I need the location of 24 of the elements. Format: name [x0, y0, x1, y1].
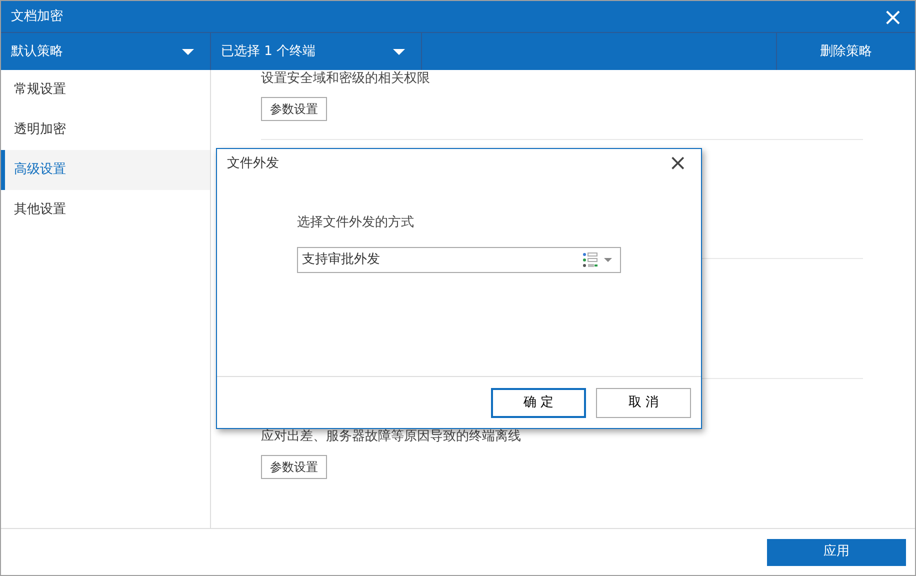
- sidebar-item[interactable]: 常规设置: [1, 70, 210, 110]
- method-select[interactable]: 支持审批外发: [297, 247, 621, 273]
- caret-icon: [604, 258, 612, 262]
- section-description: 设置安全域和密级的相关权限: [261, 71, 431, 87]
- caret-icon: [182, 48, 194, 54]
- ok-button[interactable]: 确 定: [491, 388, 586, 418]
- close-button[interactable]: ×: [878, 4, 907, 28]
- section-description: 应对出差、服务器故障等原因导致的终端离线: [261, 429, 522, 445]
- sidebar-item[interactable]: 高级设置: [1, 150, 210, 190]
- dialog-title: 文件外发: [227, 155, 279, 174]
- parameter-settings-button[interactable]: 参数设置: [261, 455, 327, 479]
- policy-dropdown[interactable]: 默认策略: [1, 33, 211, 70]
- cancel-button[interactable]: 取 消: [596, 388, 691, 418]
- terminal-dropdown[interactable]: 已选择 1 个终端: [211, 33, 422, 70]
- apply-button[interactable]: 应用: [767, 538, 906, 566]
- window-title: 文档加密: [11, 8, 63, 26]
- close-button[interactable]: ×: [664, 153, 691, 175]
- parameter-settings-button[interactable]: 参数设置: [261, 97, 327, 121]
- field-label: 选择文件外发的方式: [297, 215, 415, 231]
- sidebar-item[interactable]: 透明加密: [1, 110, 210, 150]
- delete-policy-button[interactable]: 删除策略: [777, 33, 915, 70]
- list-icon: [582, 252, 598, 268]
- sidebar-item[interactable]: 其他设置: [1, 190, 210, 230]
- caret-icon: [393, 48, 405, 54]
